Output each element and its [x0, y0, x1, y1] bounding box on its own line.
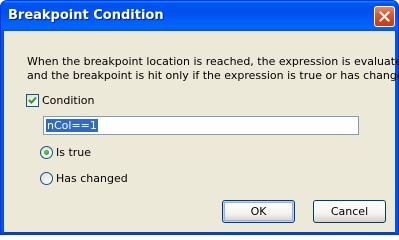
window-title: Breakpoint Condition [8, 8, 164, 23]
description-line-1: When the breakpoint location is reached,… [27, 55, 399, 68]
condition-expression-input[interactable]: nCol==1 [43, 116, 359, 135]
condition-expression-value: nCol==1 [46, 119, 98, 132]
ok-button[interactable]: OK [222, 200, 295, 223]
close-icon [379, 11, 390, 22]
has-changed-radio[interactable] [40, 172, 53, 185]
has-changed-radio-label[interactable]: Has changed [56, 172, 128, 185]
radio-selected-dot [44, 150, 49, 155]
close-button[interactable] [374, 6, 395, 27]
description-text: When the breakpoint location is reached,… [27, 55, 399, 83]
window-bottom-border [4, 232, 395, 235]
dialog-window: Breakpoint Condition When the breakpoint… [0, 0, 399, 235]
cancel-button[interactable]: Cancel [313, 200, 386, 223]
checkmark-icon [28, 96, 37, 104]
condition-checkbox[interactable] [26, 94, 39, 107]
is-true-radio-label[interactable]: Is true [56, 146, 91, 159]
is-true-radio[interactable] [40, 146, 53, 159]
title-bar[interactable]: Breakpoint Condition [1, 1, 398, 31]
condition-checkbox-label[interactable]: Condition [42, 94, 95, 107]
description-line-2: and the breakpoint is hit only if the ex… [27, 69, 399, 82]
dialog-body: When the breakpoint location is reached,… [4, 31, 399, 232]
